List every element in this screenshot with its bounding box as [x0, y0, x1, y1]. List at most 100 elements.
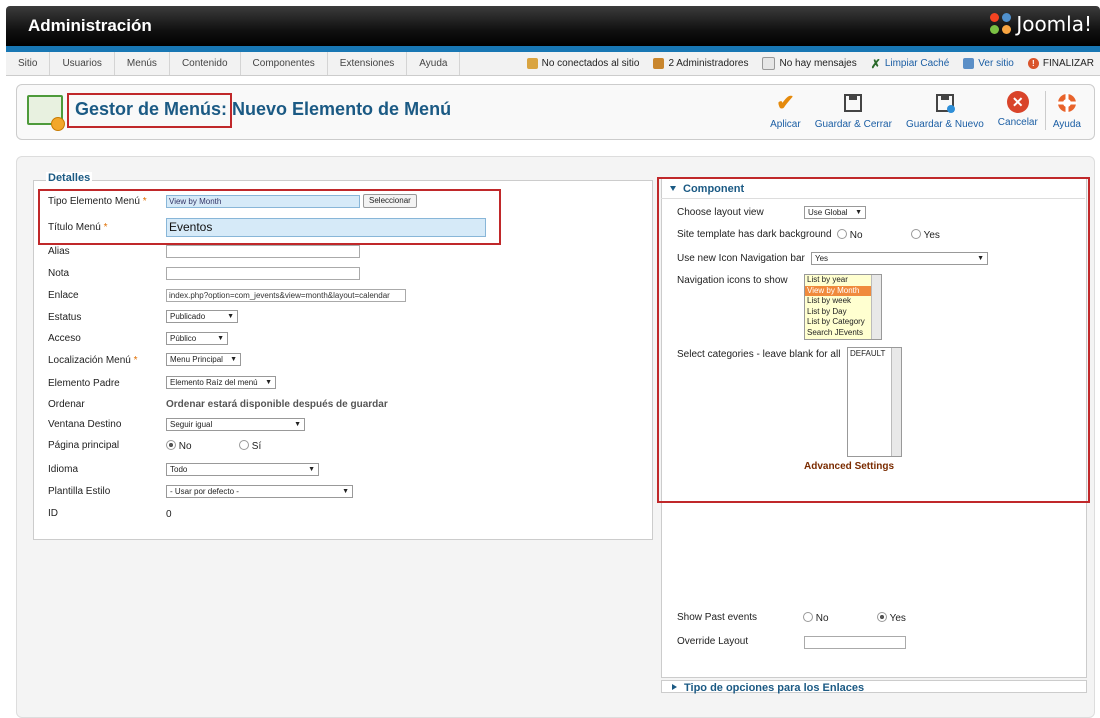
note-label: Nota	[48, 268, 70, 279]
lifebuoy-icon	[1055, 91, 1079, 115]
alias-label: Alias	[48, 246, 70, 257]
style-label: Plantilla Estilo	[48, 486, 111, 497]
dropdown-arrow-icon: ▼	[230, 356, 237, 363]
note-input[interactable]	[166, 267, 360, 280]
broom-icon: ✗	[870, 56, 881, 71]
categories-label: Select categories - leave blank for all	[677, 349, 841, 360]
status-admins: 2 Administradores	[653, 58, 748, 69]
order-label: Ordenar	[48, 399, 85, 410]
save-new-icon	[933, 91, 957, 115]
menu-sitio[interactable]: Sitio	[6, 52, 51, 75]
link-label: Enlace	[48, 290, 79, 301]
past-no-radio[interactable]: No	[803, 612, 829, 624]
target-label: Ventana Destino	[48, 419, 122, 430]
dropdown-arrow-icon: ▼	[308, 466, 315, 473]
menu-contenido[interactable]: Contenido	[170, 52, 241, 75]
admin-title: Administración	[28, 16, 152, 35]
menu-ayuda[interactable]: Ayuda	[407, 52, 461, 75]
order-note: Ordenar estará disponible después de gua…	[166, 399, 388, 410]
menu-extensiones[interactable]: Extensiones	[328, 52, 408, 75]
access-select[interactable]: Público ▼	[166, 332, 228, 345]
id-label: ID	[48, 508, 58, 519]
language-select[interactable]: Todo ▼	[166, 463, 319, 476]
mail-icon	[762, 57, 776, 70]
parent-select[interactable]: Elemento Raíz del menú ▼	[166, 376, 276, 389]
menu-manager-icon	[27, 93, 65, 131]
parent-label: Elemento Padre	[48, 378, 120, 389]
navicon-option[interactable]: Search JEvents	[805, 327, 881, 339]
link-input[interactable]: index.php?option=com_jevents&view=month&…	[166, 289, 406, 302]
check-icon: ✔	[776, 90, 795, 115]
navicon-option[interactable]: List by Category	[805, 317, 881, 328]
style-select[interactable]: - Usar por defecto - ▼	[166, 485, 353, 498]
access-label: Acceso	[48, 333, 81, 344]
categories-listbox[interactable]: DEFAULT	[847, 347, 902, 457]
monitor-icon	[963, 58, 975, 69]
location-select[interactable]: Menu Principal ▼	[166, 353, 241, 366]
power-icon: !	[1027, 58, 1039, 69]
id-value: 0	[166, 509, 172, 520]
past-events-label: Show Past events	[677, 612, 758, 623]
layout-select[interactable]: Use Global ▼	[804, 206, 866, 219]
cancel-button[interactable]: ✕ Cancelar	[991, 91, 1045, 130]
expand-triangle-icon	[672, 684, 677, 690]
joomla-brand: Joomla!	[1016, 12, 1092, 36]
menu-menus[interactable]: Menús	[115, 52, 170, 75]
home-label: Página principal	[48, 440, 120, 451]
status-messages: No hay mensajes	[762, 57, 857, 70]
menu-bar: Sitio Usuarios Menús Contenido Component…	[6, 52, 1100, 76]
page-toolbar: Gestor de Menús: Nuevo Elemento de Menú …	[16, 84, 1095, 140]
navicon-option[interactable]: List by year	[805, 275, 881, 286]
menu-usuarios[interactable]: Usuarios	[50, 52, 115, 75]
details-legend: Detalles	[46, 172, 93, 184]
view-site-link[interactable]: Ver sitio	[963, 58, 1014, 69]
override-layout-label: Override Layout	[677, 636, 749, 647]
dropdown-arrow-icon: ▼	[977, 255, 984, 262]
dark-bg-label: Site template has dark background	[677, 229, 832, 240]
iconbar-label: Use new Icon Navigation bar	[677, 253, 805, 264]
clear-cache-link[interactable]: ✗ Limpiar Caché	[871, 57, 950, 71]
language-label: Idioma	[48, 464, 79, 475]
layout-label: Choose layout view	[677, 207, 764, 218]
navicons-listbox[interactable]: List by year View by Month List by week …	[804, 274, 882, 340]
home-no-radio[interactable]: No	[166, 440, 192, 452]
logout-link[interactable]: ! FINALIZAR	[1027, 58, 1094, 69]
admin-icon	[653, 58, 665, 69]
dropdown-arrow-icon: ▼	[227, 313, 234, 320]
navicon-option[interactable]: View by Month	[805, 285, 881, 297]
advanced-settings-heading: Advanced Settings	[804, 461, 895, 472]
joomla-mark-icon	[990, 13, 1012, 35]
help-button[interactable]: Ayuda	[1044, 91, 1088, 130]
apply-button[interactable]: ✔ Aplicar	[763, 90, 808, 130]
dropdown-arrow-icon: ▼	[855, 209, 862, 216]
link-options-header[interactable]: Tipo de opciones para los Enlaces	[661, 680, 1087, 694]
status-label: Estatus	[48, 312, 82, 323]
dropdown-arrow-icon: ▼	[217, 335, 224, 342]
iconbar-select[interactable]: Yes ▼	[811, 252, 988, 265]
navicons-label: Navigation icons to show	[677, 275, 788, 286]
dark-bg-no-radio[interactable]: No	[837, 229, 863, 241]
past-yes-radio[interactable]: Yes	[877, 612, 906, 624]
save-icon	[841, 91, 865, 115]
dark-bg-yes-radio[interactable]: Yes	[911, 229, 940, 241]
override-layout-input[interactable]	[804, 636, 906, 649]
highlight-box-title	[67, 93, 232, 128]
navicons-scrollbar[interactable]	[871, 275, 881, 339]
save-new-button[interactable]: Guardar & Nuevo	[899, 91, 991, 130]
menu-componentes[interactable]: Componentes	[241, 52, 328, 75]
status-not-connected: No conectados al sitio	[526, 58, 639, 69]
admin-header: Administración Joomla!	[6, 6, 1100, 46]
cancel-icon: ✕	[1006, 91, 1029, 113]
navicon-option[interactable]: List by Day	[805, 306, 881, 318]
navicon-option[interactable]: List by week	[805, 296, 881, 307]
location-label: Localización Menú *	[48, 355, 138, 366]
home-yes-radio[interactable]: Sí	[239, 440, 261, 452]
status-select[interactable]: Publicado ▼	[166, 310, 238, 323]
categories-scrollbar[interactable]	[891, 348, 901, 456]
highlight-box-details	[38, 189, 501, 245]
target-select[interactable]: Seguir igual ▼	[166, 418, 305, 431]
save-close-button[interactable]: Guardar & Cerrar	[808, 91, 899, 130]
users-icon	[526, 58, 538, 69]
alias-input[interactable]	[166, 245, 360, 258]
joomla-logo: Joomla!	[990, 12, 1092, 36]
